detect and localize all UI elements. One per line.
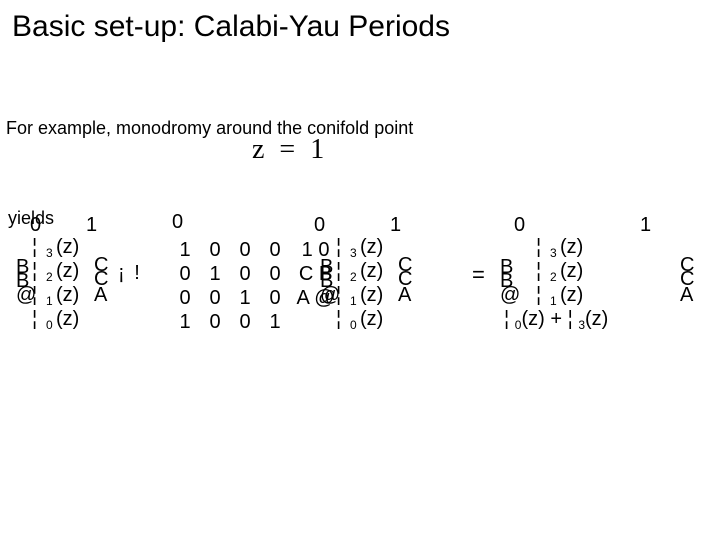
rr3p: ¦ <box>536 284 541 307</box>
vec-head-0: 0 <box>514 214 525 237</box>
equals-sign: = <box>472 262 485 288</box>
matrix-row-1: 1000 1 0 <box>170 238 336 262</box>
bracket-A: A <box>94 284 107 307</box>
row4-z: (z) <box>56 308 79 331</box>
vec-head-1: 1 <box>640 214 651 237</box>
r1z: (z) <box>360 236 383 259</box>
matrix-row-3: 0010 A @ <box>170 286 336 310</box>
r2z: (z) <box>360 260 383 283</box>
matrix-row-4: 1001 <box>170 310 336 334</box>
vec-head-1: 1 <box>390 214 401 237</box>
intro-line: For example, monodromy around the conifo… <box>6 118 413 139</box>
rr2s: 2 <box>550 270 557 284</box>
row1-pipe: ¦ <box>32 236 37 259</box>
bracket-at: @ <box>500 284 520 307</box>
rr3z: (z) <box>560 284 583 307</box>
r1p: ¦ <box>336 236 341 259</box>
r1s: 3 <box>350 246 357 260</box>
rr3s: 1 <box>550 294 557 308</box>
rr1p: ¦ <box>536 236 541 259</box>
row3-pipe: ¦ <box>32 284 37 307</box>
matrix-row-2: 0100 C B <box>170 262 336 286</box>
row2-z: (z) <box>56 260 79 283</box>
row3-z: (z) <box>56 284 79 307</box>
rr1z: (z) <box>560 236 583 259</box>
r3s: 1 <box>350 294 357 308</box>
row4-pipe: ¦ <box>32 308 37 331</box>
period-vector-result: 0 1 B B @ C C A ¦ 3 (z) ¦ 2 (z) ¦ 1 (z) … <box>500 210 700 360</box>
bracket-A: A <box>680 284 693 307</box>
r4p: ¦ <box>336 308 341 331</box>
slide-title: Basic set-up: Calabi-Yau Periods <box>12 10 450 44</box>
period-vector-mid: 0 1 B B @ C C A ¦ 3 (z) ¦ 2 (z) ¦ 1 (z) … <box>320 210 465 360</box>
row2-sub: 2 <box>46 270 53 284</box>
z-equals-1: z = 1 <box>252 134 328 166</box>
r4z: (z) <box>360 308 383 331</box>
rr2p: ¦ <box>536 260 541 283</box>
r4s: 0 <box>350 318 357 332</box>
row3-sub: 1 <box>46 294 53 308</box>
r2s: 2 <box>350 270 357 284</box>
vec-head-1: 1 <box>86 214 97 237</box>
r3z: (z) <box>360 284 383 307</box>
row4-sub: 0 <box>46 318 53 332</box>
matrix-head: 0 <box>172 210 336 234</box>
r2p: ¦ <box>336 260 341 283</box>
row1-sub: 3 <box>46 246 53 260</box>
bracket-A: A <box>398 284 411 307</box>
row2-pipe: ¦ <box>32 260 37 283</box>
result-row-4: ¦ 0(z) + ¦ 3(z) <box>504 308 608 332</box>
rr1s: 3 <box>550 246 557 260</box>
monodromy-matrix: 0 1000 1 0 0100 C B 0010 A @ 1001 <box>170 210 336 334</box>
rr2z: (z) <box>560 260 583 283</box>
period-vector-left: 0 1 B B @ C C A ¦ 3 (z) ¦ 2 (z) ¦ 1 (z) … <box>16 210 161 360</box>
vec-head-0: 0 <box>30 214 41 237</box>
row1-z: (z) <box>56 236 79 259</box>
r3p: ¦ <box>336 284 341 307</box>
vec-head-0: 0 <box>314 214 325 237</box>
